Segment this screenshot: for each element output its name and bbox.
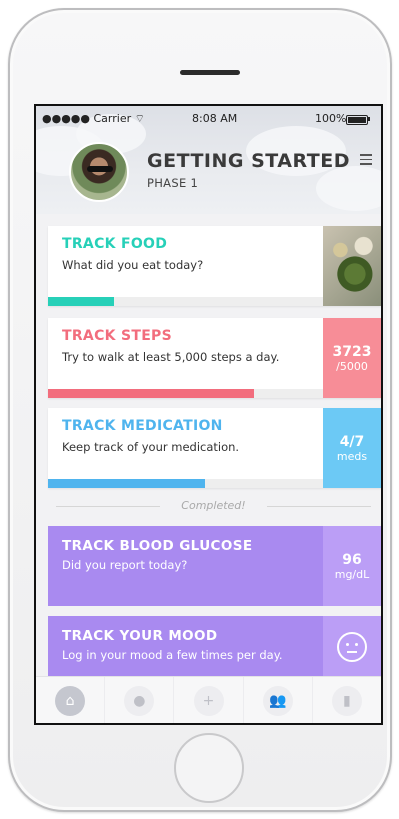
meds-count: 4/7 meds [323,408,381,488]
track-medication-card[interactable]: TRACK MEDICATION Keep track of your medi… [48,408,381,488]
progress-fill [48,297,114,306]
tab-bubbles[interactable]: ● [105,677,175,723]
people-icon: 👥 [262,685,293,716]
progress-fill [48,389,254,398]
status-bar: ●●●●● Carrier ⌔ 8:08 AM 100% [36,112,381,126]
status-time: 8:08 AM [192,112,238,125]
card-title: TRACK MEDICATION [62,418,223,434]
card-title: TRACK BLOOD GLUCOSE [62,538,253,554]
track-food-card[interactable]: TRACK FOOD What did you eat today? [48,226,381,306]
carrier-label: ●●●●● Carrier ⌔ [42,112,145,125]
bubbles-icon: ● [124,685,155,716]
tab-community[interactable]: 👥 [244,677,313,723]
speaker-grille [180,70,240,75]
page-title: GETTING STARTED [147,150,350,172]
home-button[interactable] [174,733,244,803]
avatar[interactable] [69,142,129,202]
wifi-icon: ⌔ [134,112,145,125]
battery-icon [346,115,368,125]
bar-chart-icon: ▮ [331,685,362,716]
tab-bar: ⌂ ● + 👥 ▮ [36,676,381,723]
home-icon: ⌂ [55,685,86,716]
track-steps-card[interactable]: TRACK STEPS Try to walk at least 5,000 s… [48,318,381,398]
menu-icon[interactable] [360,154,372,165]
neutral-face-icon [337,632,367,662]
card-description: Log in your mood a few times per day. [62,648,283,662]
track-blood-glucose-card[interactable]: TRACK BLOOD GLUCOSE Did you report today… [48,526,381,606]
steps-count: 3723 /5000 [323,318,381,398]
glucose-value: 96 mg/dL [323,526,381,606]
progress-fill [48,479,205,488]
card-description: Try to walk at least 5,000 steps a day. [62,350,280,364]
card-description: Did you report today? [62,558,188,572]
card-title: TRACK FOOD [62,236,168,252]
tab-add[interactable]: + [174,677,244,723]
card-title: TRACK YOUR MOOD [62,628,218,644]
food-photo [323,226,381,306]
card-description: Keep track of your medication. [62,440,240,454]
completed-divider: Completed! [56,499,371,513]
card-description: What did you eat today? [62,258,204,272]
header: ●●●●● Carrier ⌔ 8:08 AM 100% GETTING STA… [36,106,381,214]
tab-stats[interactable]: ▮ [313,677,381,723]
tab-home[interactable]: ⌂ [36,677,106,723]
app-screen: ●●●●● Carrier ⌔ 8:08 AM 100% GETTING STA… [34,104,383,725]
page-subtitle: PHASE 1 [147,176,199,190]
battery-percent: 100% [315,112,347,125]
track-mood-card[interactable]: TRACK YOUR MOOD Log in your mood a few t… [48,616,381,678]
card-title: TRACK STEPS [62,328,173,344]
plus-icon: + [193,685,224,716]
